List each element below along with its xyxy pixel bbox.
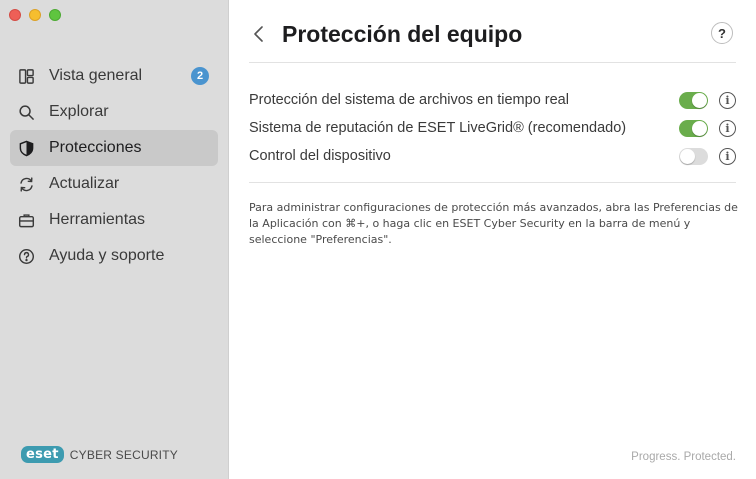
- sidebar-item-overview[interactable]: Vista general 2: [10, 58, 218, 94]
- settings-list: Protección del sistema de archivos en ti…: [249, 86, 736, 170]
- eset-logo: eset: [21, 446, 64, 463]
- product-name: CYBER SECURITY: [69, 447, 178, 462]
- sidebar-item-label: Vista general: [49, 67, 143, 84]
- sidebar-item-tools[interactable]: Herramientas: [10, 202, 218, 238]
- sidebar-item-label: Explorar: [49, 103, 109, 120]
- sidebar-item-label: Herramientas: [49, 211, 146, 228]
- setting-row-livegrid: Sistema de reputación de ESET LiveGrid® …: [249, 114, 736, 142]
- app-window: Vista general 2 Explorar Protecciones Ac…: [0, 0, 756, 479]
- sidebar: Vista general 2 Explorar Protecciones Ac…: [0, 0, 229, 479]
- realtime-protection-toggle[interactable]: [679, 92, 708, 109]
- info-icon[interactable]: i: [719, 92, 736, 109]
- minimize-window-button[interactable]: [29, 9, 41, 21]
- sidebar-nav: Vista general 2 Explorar Protecciones Ac…: [10, 58, 218, 274]
- back-button[interactable]: [249, 22, 269, 46]
- help-button[interactable]: ?: [711, 22, 733, 44]
- sidebar-item-label: Protecciones: [49, 139, 142, 156]
- info-icon[interactable]: i: [719, 148, 736, 165]
- shield-icon: [17, 139, 35, 157]
- livegrid-toggle[interactable]: [679, 120, 708, 137]
- device-control-toggle[interactable]: [679, 148, 708, 165]
- sidebar-item-label: Actualizar: [49, 175, 120, 192]
- refresh-icon: [17, 175, 35, 193]
- page-header: Protección del equipo ?: [249, 18, 736, 50]
- search-icon: [17, 103, 35, 121]
- setting-label: Protección del sistema de archivos en ti…: [249, 92, 569, 108]
- tagline: Progress. Protected.: [631, 451, 736, 463]
- sidebar-item-help[interactable]: Ayuda y soporte: [10, 238, 218, 274]
- setting-label: Sistema de reputación de ESET LiveGrid® …: [249, 120, 627, 136]
- sidebar-item-update[interactable]: Actualizar: [10, 166, 218, 202]
- overview-icon: [17, 67, 35, 85]
- sidebar-item-scan[interactable]: Explorar: [10, 94, 218, 130]
- divider: [249, 182, 736, 183]
- preferences-note: Para administrar configuraciones de prot…: [249, 201, 738, 246]
- info-icon[interactable]: i: [719, 120, 736, 137]
- divider: [249, 62, 736, 63]
- close-window-button[interactable]: [9, 9, 21, 21]
- setting-label: Control del dispositivo: [249, 148, 391, 164]
- window-controls: [9, 9, 61, 21]
- page-title: Protección del equipo: [282, 20, 523, 47]
- setting-row-realtime-protection: Protección del sistema de archivos en ti…: [249, 86, 736, 114]
- main-panel: Protección del equipo ? Protección del s…: [229, 0, 756, 479]
- help-circle-icon: [17, 247, 35, 265]
- notification-badge: 2: [191, 67, 209, 85]
- chevron-left-icon: [254, 26, 263, 42]
- maximize-window-button[interactable]: [49, 9, 61, 21]
- sidebar-item-label: Ayuda y soporte: [49, 247, 165, 264]
- brand: eset CYBER SECURITY: [21, 446, 178, 463]
- setting-row-device-control: Control del dispositivo i: [249, 142, 736, 170]
- briefcase-icon: [17, 211, 35, 229]
- sidebar-item-protections[interactable]: Protecciones: [10, 130, 218, 166]
